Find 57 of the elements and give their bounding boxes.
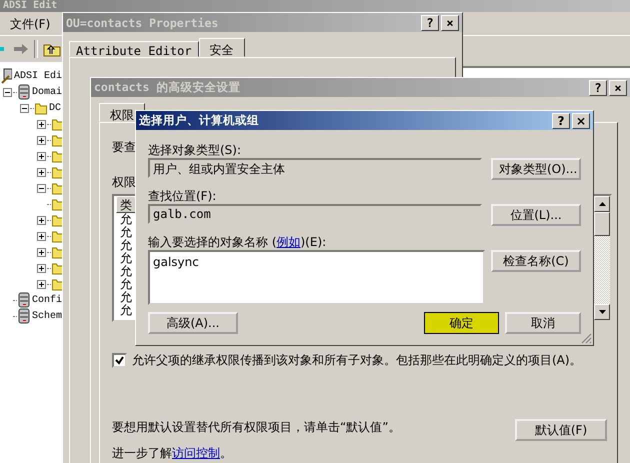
- window-title: OU=contacts Properties: [66, 16, 218, 30]
- expand-icon[interactable]: [37, 232, 46, 240]
- expand-icon[interactable]: [37, 216, 46, 224]
- dialog-button[interactable]: 高级(A)...: [148, 312, 238, 334]
- tools-icon[interactable]: [1, 68, 12, 84]
- examples-link[interactable]: 例如: [276, 235, 300, 249]
- expand-icon[interactable]: [37, 152, 46, 160]
- server-icon[interactable]: [18, 84, 30, 100]
- field-label: 选择对象类型(S):: [148, 142, 242, 158]
- folder-icon[interactable]: [35, 102, 47, 114]
- object-types-button[interactable]: 对象类型(O)...: [491, 158, 581, 180]
- field-label: 查找位置(F):: [148, 188, 216, 204]
- location-field: galb.com: [148, 204, 482, 224]
- tree-item[interactable]: Schem: [30, 310, 62, 322]
- checkbox-label: 允许父项的继承权限传播到该对象和所有子对象。包括那些在此明确定义的项目(A)。: [132, 352, 582, 369]
- list-label: 权限: [112, 174, 136, 191]
- default-text: 要想用默认设置替代所有权限项目，请单击“默认值”。: [112, 419, 400, 436]
- checkbox[interactable]: [112, 353, 127, 368]
- tree-item[interactable]: Confi: [30, 294, 62, 306]
- expand-icon[interactable]: [37, 168, 46, 176]
- menu-item[interactable]: 文件(F): [6, 17, 54, 31]
- expand-icon[interactable]: [37, 120, 46, 128]
- tree-item[interactable]: Domai: [30, 86, 62, 98]
- scrollbar[interactable]: [594, 196, 610, 320]
- default-button[interactable]: 默认值(F): [515, 419, 607, 441]
- tab[interactable]: Attribute Editor: [69, 41, 199, 57]
- locations-button[interactable]: 位置(L)...: [491, 204, 581, 226]
- scroll-down-icon[interactable]: [598, 310, 606, 314]
- dialog-button[interactable]: 取消: [505, 312, 581, 334]
- scroll-up-icon[interactable]: [598, 202, 606, 206]
- scroll-thumb[interactable]: [594, 212, 610, 236]
- dialog-button[interactable]: 确定: [424, 312, 499, 334]
- field-label: 输入要选择的对象名称 (例如)(E):: [148, 234, 326, 250]
- names-input[interactable]: galsync: [148, 250, 485, 305]
- collapse-icon[interactable]: [37, 184, 46, 192]
- collapse-icon[interactable]: [20, 104, 29, 112]
- window-title: ADSI Edit: [3, 0, 58, 11]
- server-icon[interactable]: [18, 308, 30, 324]
- tree-item[interactable]: DC: [48, 102, 62, 114]
- caption-button[interactable]: ?: [552, 112, 570, 128]
- tab[interactable]: 安全: [198, 38, 245, 57]
- window-title: contacts 的高级安全设置: [94, 80, 240, 95]
- expand-icon[interactable]: [37, 280, 46, 288]
- collapse-icon[interactable]: [3, 88, 12, 96]
- intro-text: 要查: [112, 139, 136, 156]
- expand-icon[interactable]: [37, 136, 46, 144]
- expand-icon[interactable]: [37, 264, 46, 272]
- forward-arrow-icon[interactable]: [13, 42, 29, 56]
- resize-grip-icon[interactable]: [581, 333, 592, 344]
- caption-button[interactable]: ×: [572, 112, 590, 128]
- object-type-field: 用户、组或内置安全主体: [148, 158, 482, 178]
- server-icon[interactable]: [18, 292, 30, 308]
- learn-more-text: 进一步了解访问控制。: [112, 445, 232, 462]
- check-names-button[interactable]: 检查名称(C): [491, 250, 581, 272]
- expand-icon[interactable]: [37, 248, 46, 256]
- tree-item[interactable]: ADSI Edi: [12, 70, 62, 82]
- access-control-link[interactable]: 访问控制: [172, 446, 220, 460]
